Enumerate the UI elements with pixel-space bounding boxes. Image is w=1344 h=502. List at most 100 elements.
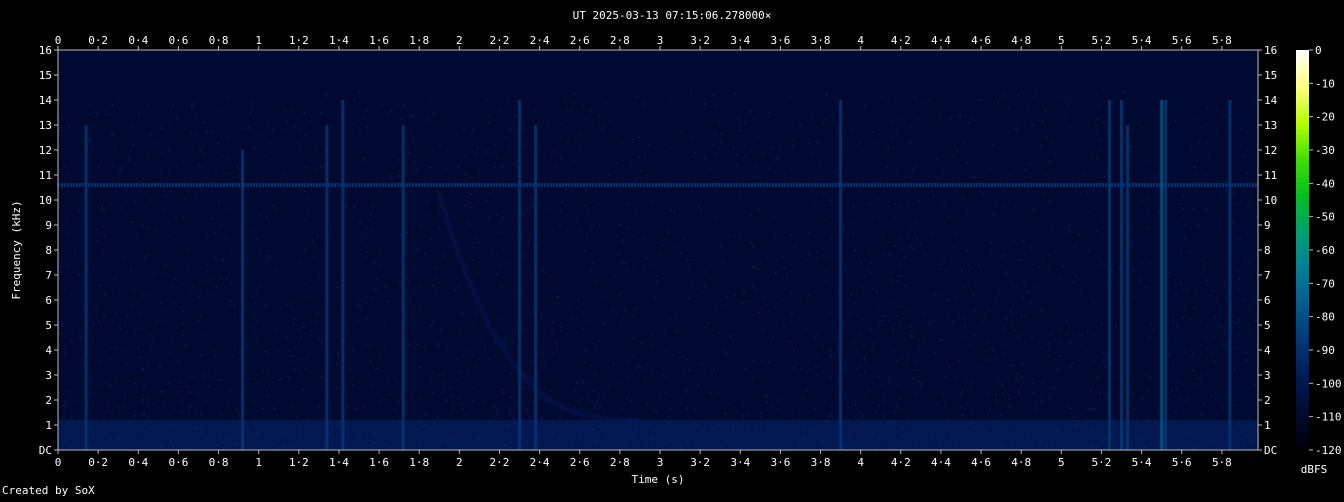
noise-speckle <box>200 354 202 356</box>
noise-speckle <box>1175 388 1178 390</box>
noise-speckle <box>1021 315 1023 318</box>
noise-speckle <box>1252 332 1255 334</box>
noise-speckle <box>1150 323 1152 326</box>
noise-speckle <box>743 292 745 294</box>
noise-speckle <box>668 230 670 233</box>
noise-speckle <box>713 132 716 135</box>
noise-speckle <box>154 230 156 233</box>
noise-speckle <box>1103 351 1105 354</box>
noise-speckle <box>1184 348 1186 351</box>
noise-speckle <box>541 270 544 272</box>
noise-speckle <box>991 213 994 215</box>
spectrogram-background <box>58 50 1258 450</box>
noise-speckle <box>584 381 587 384</box>
noise-speckle <box>477 272 479 274</box>
colorbar-tick-label: 0 <box>1315 44 1322 57</box>
noise-speckle <box>1190 356 1193 358</box>
noise-speckle <box>132 144 134 147</box>
noise-speckle <box>646 363 649 366</box>
noise-speckle <box>1049 398 1052 400</box>
noise-speckle <box>996 378 999 380</box>
noise-speckle <box>298 261 301 263</box>
noise-speckle <box>414 148 417 151</box>
noise-speckle <box>531 378 533 380</box>
noise-speckle <box>1186 289 1188 292</box>
noise-speckle <box>676 316 679 318</box>
noise-speckle <box>111 133 113 135</box>
noise-speckle <box>142 368 144 370</box>
noise-speckle <box>413 160 415 163</box>
x-tick-label-top: 1·8 <box>409 34 429 47</box>
noise-speckle <box>1041 310 1043 312</box>
noise-speckle <box>1082 345 1084 348</box>
noise-speckle <box>250 109 253 111</box>
noise-speckle <box>104 381 107 383</box>
noise-speckle <box>1053 392 1055 394</box>
noise-speckle <box>81 399 83 401</box>
noise-speckle <box>63 166 66 168</box>
noise-speckle <box>159 302 162 304</box>
noise-speckle <box>198 164 200 166</box>
noise-speckle <box>915 391 918 394</box>
noise-speckle <box>379 264 382 266</box>
noise-speckle <box>1098 257 1100 259</box>
noise-speckle <box>88 348 91 350</box>
noise-speckle <box>432 285 434 287</box>
noise-speckle <box>643 103 646 105</box>
noise-speckle <box>471 241 473 244</box>
noise-speckle <box>1226 189 1228 192</box>
noise-speckle <box>873 140 876 143</box>
noise-speckle <box>1086 331 1088 333</box>
noise-speckle <box>148 362 150 365</box>
noise-speckle <box>325 95 328 97</box>
noise-speckle <box>313 257 316 259</box>
noise-speckle <box>527 400 530 402</box>
noise-speckle <box>1141 262 1143 264</box>
x-tick-label-top: 3·2 <box>690 34 710 47</box>
noise-speckle <box>499 110 502 113</box>
noise-speckle <box>78 330 81 332</box>
noise-speckle <box>673 211 675 213</box>
noise-speckle <box>745 367 747 370</box>
noise-speckle <box>277 349 279 351</box>
noise-speckle <box>968 269 970 272</box>
noise-speckle <box>193 102 196 104</box>
noise-speckle <box>1050 142 1052 145</box>
noise-speckle <box>292 323 295 326</box>
noise-speckle <box>634 210 636 212</box>
noise-speckle <box>896 315 898 317</box>
spectrogram-figure: UT 2025-03-13 07:15:06.278000× 0 0 0·2 0·2 0… <box>0 0 1344 498</box>
noise-speckle <box>1079 290 1082 293</box>
noise-speckle <box>392 155 394 157</box>
noise-speckle <box>377 367 379 370</box>
noise-speckle <box>733 92 736 95</box>
noise-speckle <box>542 367 544 369</box>
noise-speckle <box>961 390 964 393</box>
noise-speckle <box>222 260 224 262</box>
noise-speckle <box>167 171 170 174</box>
noise-speckle <box>580 231 582 233</box>
noise-speckle <box>808 293 810 296</box>
noise-speckle <box>409 298 411 300</box>
noise-speckle <box>854 302 856 304</box>
noise-speckle <box>1244 260 1247 263</box>
noise-speckle <box>1158 110 1160 113</box>
noise-speckle <box>1199 321 1201 323</box>
noise-speckle <box>1073 246 1076 248</box>
noise-speckle <box>566 109 569 111</box>
noise-speckle <box>398 175 400 177</box>
noise-speckle <box>933 195 935 197</box>
x-tick-label-bottom: 0·2 <box>88 456 108 469</box>
noise-speckle <box>298 370 300 372</box>
noise-speckle <box>103 418 105 420</box>
noise-speckle <box>169 235 171 238</box>
noise-speckle <box>1245 351 1247 354</box>
noise-speckle <box>468 202 470 205</box>
noise-speckle <box>770 146 773 149</box>
y-tick-label-right: 8 <box>1264 244 1271 257</box>
noise-speckle <box>688 298 690 300</box>
noise-speckle <box>877 308 879 310</box>
noise-speckle <box>584 187 587 189</box>
noise-speckle <box>196 193 198 195</box>
noise-speckle <box>504 135 507 138</box>
